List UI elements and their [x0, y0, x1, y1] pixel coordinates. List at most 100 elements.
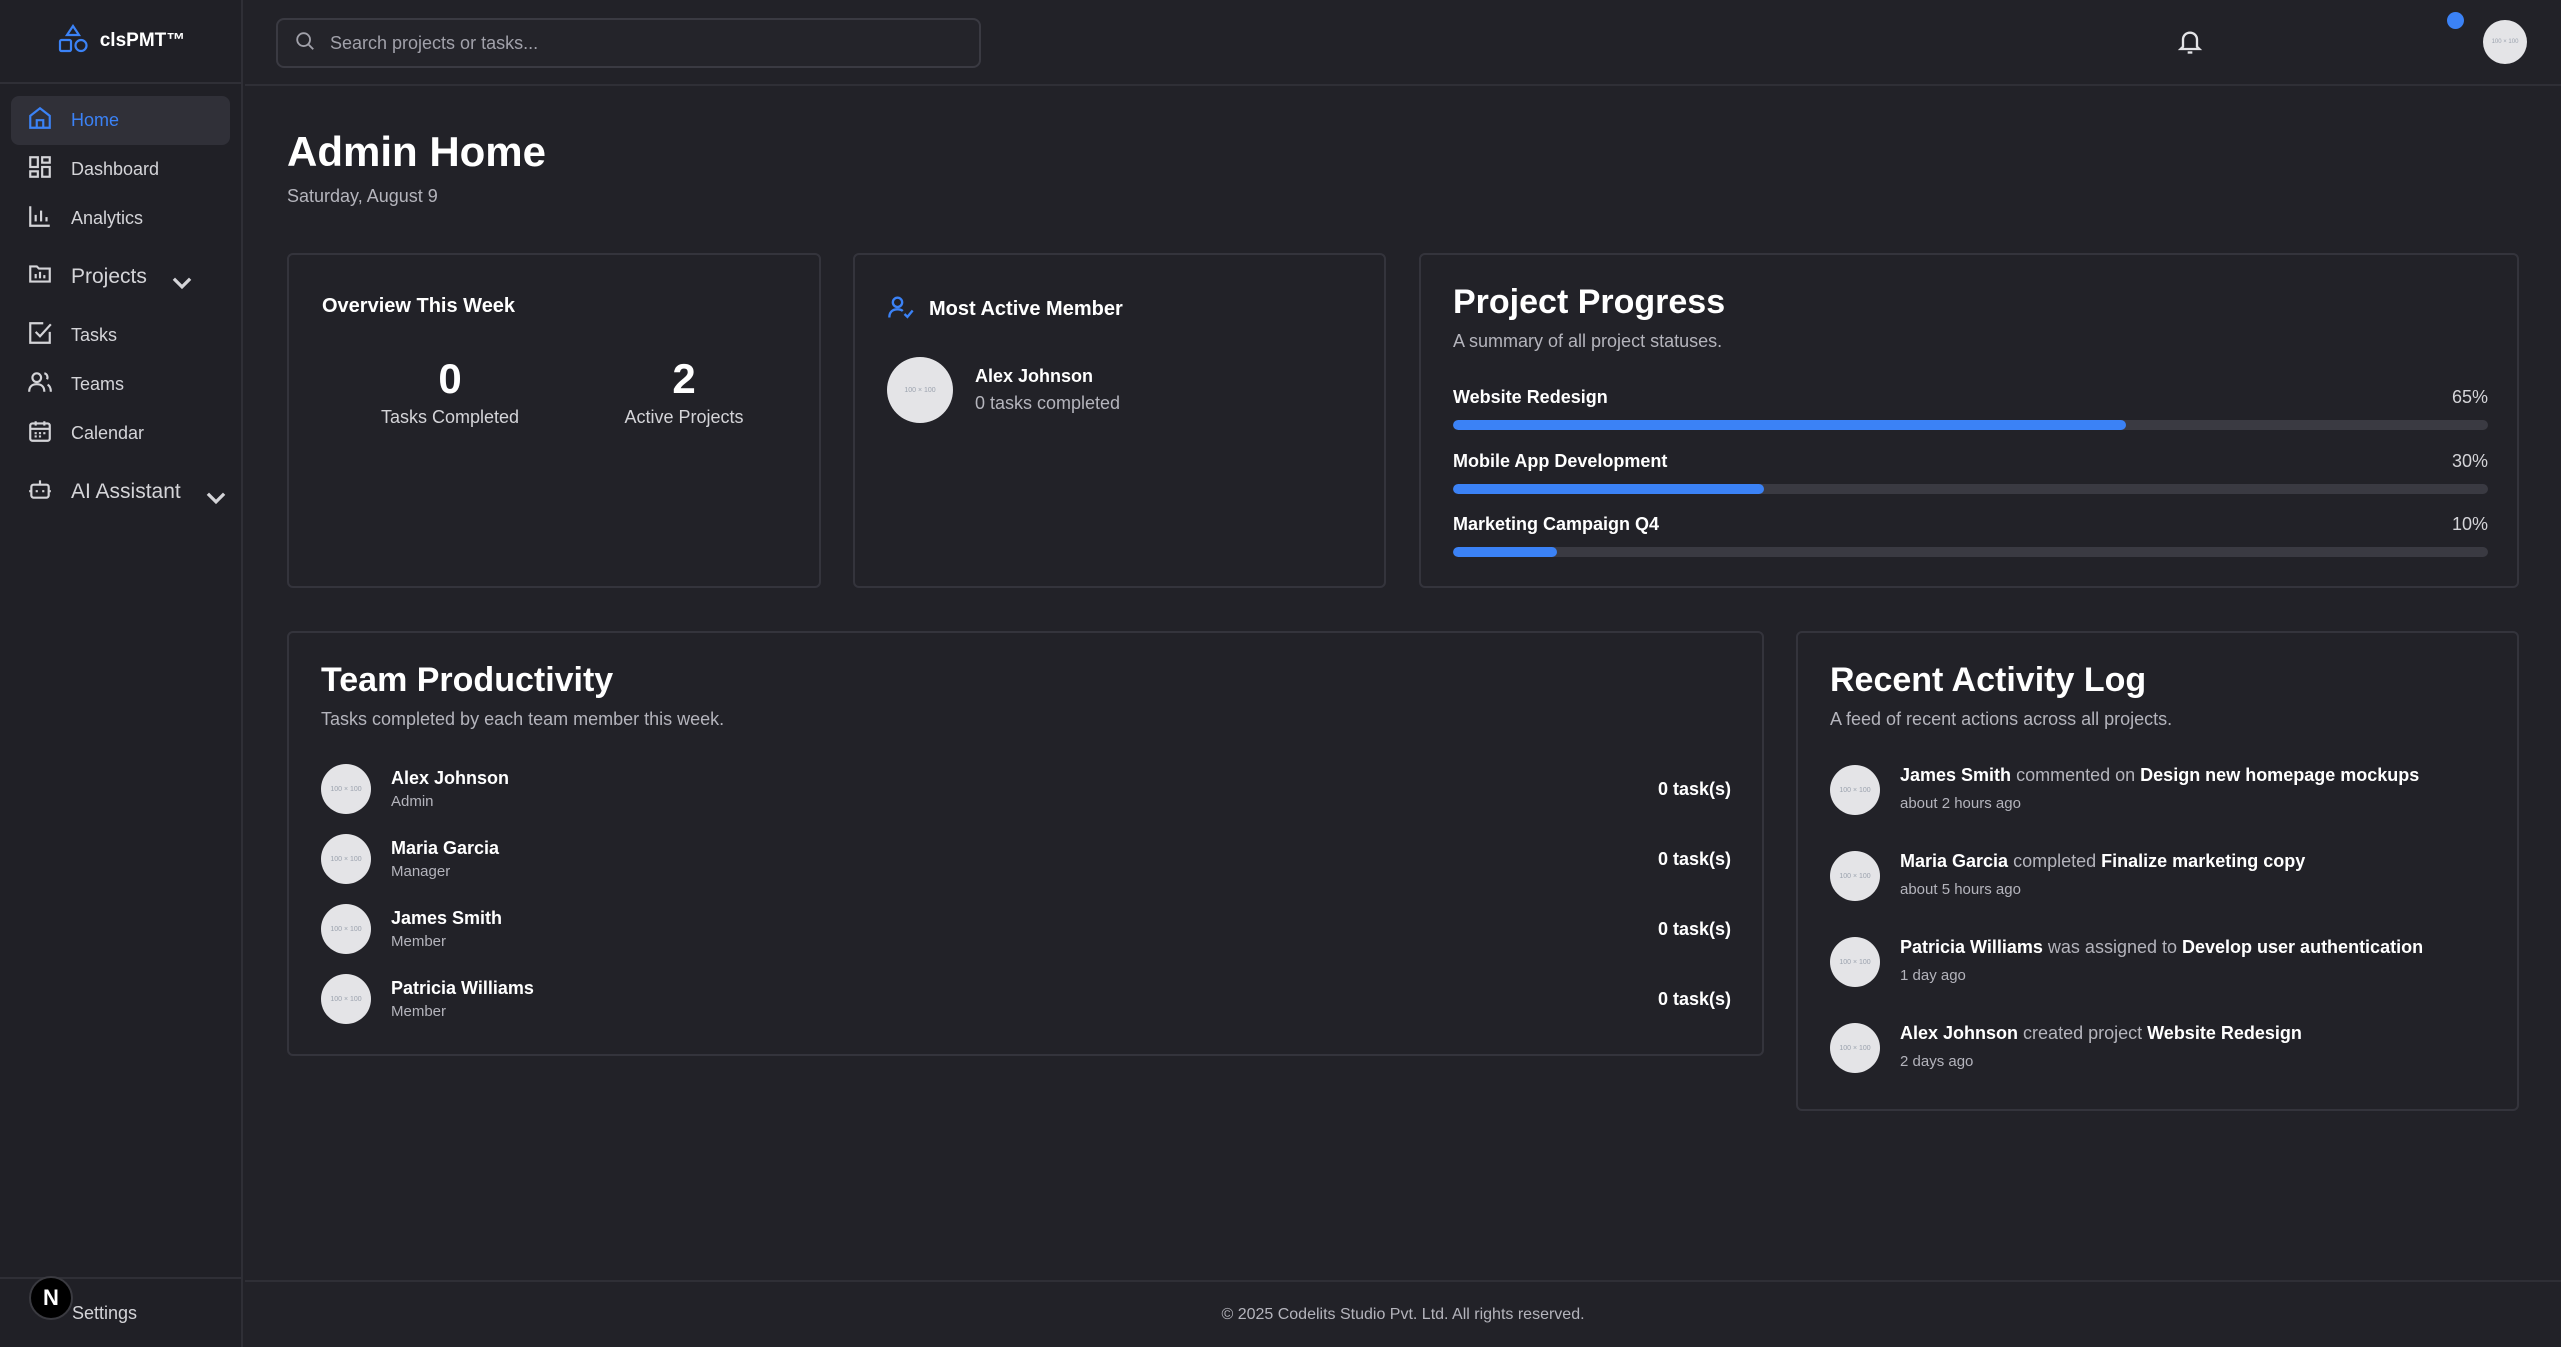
activity-time: about 2 hours ago — [1900, 794, 2021, 812]
sidebar-item-projects[interactable]: Projects — [11, 251, 230, 303]
member-name: Alex Johnson — [391, 768, 510, 788]
activity-item[interactable]: 100 × 100 Maria Garcia completed Finaliz… — [1830, 851, 2510, 901]
list-item[interactable]: 100 × 100 Patricia Williams Member 0 task… — [321, 973, 1731, 1025]
member-role: Member — [391, 1003, 447, 1020]
most-active-header: Most Active Member — [887, 293, 1123, 326]
activity-actor[interactable]: James Smith — [1900, 765, 2011, 785]
activity-target[interactable]: Design new homepage mockups — [2140, 765, 2419, 785]
progress-bar — [1453, 547, 2488, 557]
sidebar-item-label: Teams — [71, 374, 125, 394]
notification-badge — [2447, 12, 2464, 29]
progress-bar-fill — [1453, 547, 1557, 557]
most-active-detail: 0 tasks completed — [975, 393, 1121, 413]
project-progress-row[interactable]: Marketing Campaign Q4 10% — [1453, 514, 2488, 557]
bar-chart-icon — [27, 203, 53, 234]
overview-title: Overview This Week — [322, 295, 516, 317]
page-date: Saturday, August 9 — [287, 186, 438, 206]
footer: © 2025 Codelits Studio Pvt. Ltd. All rig… — [245, 1280, 2561, 1347]
activity-item[interactable]: 100 × 100 Patricia Williams was assigned… — [1830, 937, 2510, 987]
chevron-down-icon[interactable] — [169, 269, 192, 290]
sidebar-item-analytics[interactable]: Analytics — [11, 194, 230, 243]
sidebar-item-label: Tasks — [71, 325, 118, 345]
sidebar-item-label: Settings — [72, 1302, 138, 1323]
active-projects-stat: 2 Active Projects — [574, 355, 794, 428]
sidebar-item-label: Calendar — [71, 423, 145, 443]
activity-actor[interactable]: Maria Garcia — [1900, 851, 2008, 871]
project-progress-row[interactable]: Mobile App Development 30% — [1453, 451, 2488, 494]
sidebar-item-label: AI Assistant — [71, 480, 181, 503]
activity-time: 1 day ago — [1900, 966, 1966, 984]
sidebar-item-dashboard[interactable]: Dashboard — [11, 145, 230, 194]
avatar: 100 × 100 — [1830, 937, 1880, 987]
progress-bar-fill — [1453, 484, 1764, 494]
sidebar-item-teams[interactable]: Teams — [11, 360, 230, 409]
sidebar-item-label: Home — [71, 110, 120, 130]
top-header — [245, 0, 2561, 86]
search-icon — [294, 30, 316, 57]
activity-actor[interactable]: Patricia Williams — [1900, 937, 2043, 957]
most-active-member[interactable]: 100 × 100 Alex Johnson 0 tasks completed — [887, 357, 1120, 423]
member-name: James Smith — [391, 908, 503, 928]
n-badge-button[interactable]: N — [29, 1276, 73, 1320]
member-role: Member — [391, 933, 447, 950]
recent-activity-card: Recent Activity Log A feed of recent act… — [1796, 631, 2519, 1111]
progress-bar-fill — [1453, 420, 2126, 430]
activity-verb: commented on — [2016, 765, 2136, 785]
sidebar: clsPMT™ Home Dashboard Analytics Project… — [0, 0, 243, 1347]
tasks-completed-label: Tasks Completed — [380, 407, 520, 427]
activity-item[interactable]: 100 × 100 Alex Johnson created project W… — [1830, 1023, 2510, 1073]
bell-icon[interactable] — [2176, 28, 2204, 56]
brand-name: clsPMT™ — [99, 30, 186, 51]
activity-actor[interactable]: Alex Johnson — [1900, 1023, 2018, 1043]
activity-subtitle: A feed of recent actions across all proj… — [1830, 709, 2173, 729]
sidebar-nav: Home Dashboard Analytics Projects Tasks … — [0, 84, 241, 538]
sidebar-item-label: Projects — [71, 265, 147, 288]
activity-target[interactable]: Website Redesign — [2147, 1023, 2302, 1043]
search-bar[interactable] — [276, 18, 981, 68]
search-input[interactable] — [330, 32, 930, 54]
calendar-icon — [27, 418, 53, 449]
avatar: 100 × 100 — [321, 764, 371, 814]
activity-time: 2 days ago — [1900, 1052, 1974, 1070]
project-percent: 30% — [2451, 451, 2488, 471]
sidebar-item-calendar[interactable]: Calendar — [11, 409, 230, 458]
list-item[interactable]: 100 × 100 James Smith Member 0 task(s) — [321, 903, 1731, 955]
sidebar-item-tasks[interactable]: Tasks — [11, 311, 230, 360]
activity-item[interactable]: 100 × 100 James Smith commented on Desig… — [1830, 765, 2510, 815]
avatar: 100 × 100 — [321, 834, 371, 884]
sidebar-item-label: Dashboard — [71, 159, 160, 179]
project-name: Marketing Campaign Q4 — [1453, 514, 1660, 534]
member-task-count: 0 task(s) — [1657, 918, 1731, 939]
avatar: 100 × 100 — [321, 904, 371, 954]
brand[interactable]: clsPMT™ — [0, 0, 241, 84]
list-item[interactable]: 100 × 100 Alex Johnson Admin 0 task(s) — [321, 763, 1731, 815]
member-task-count: 0 task(s) — [1657, 848, 1731, 869]
project-name: Mobile App Development — [1453, 451, 1668, 471]
overview-card: Overview This Week 0 Tasks Completed 2 A… — [287, 253, 821, 588]
team-productivity-title: Team Productivity — [321, 661, 614, 699]
activity-target[interactable]: Develop user authentication — [2182, 937, 2423, 957]
member-role: Manager — [391, 863, 451, 880]
sidebar-item-ai-assistant[interactable]: AI Assistant — [11, 466, 230, 518]
activity-target[interactable]: Finalize marketing copy — [2101, 851, 2305, 871]
list-item[interactable]: 100 × 100 Maria Garcia Manager 0 task(s) — [321, 833, 1731, 885]
tasks-completed-value: 0 — [438, 355, 462, 402]
project-progress-title: Project Progress — [1453, 283, 1726, 321]
home-icon — [27, 105, 53, 136]
most-active-title: Most Active Member — [929, 298, 1123, 320]
activity-title: Recent Activity Log — [1830, 661, 2147, 699]
bot-icon — [27, 476, 53, 508]
most-active-name: Alex Johnson — [975, 366, 1094, 386]
chevron-down-icon[interactable] — [203, 484, 225, 505]
user-avatar[interactable]: 100 × 100 — [2483, 20, 2527, 64]
project-progress-row[interactable]: Website Redesign 65% — [1453, 387, 2488, 430]
sidebar-item-home[interactable]: Home — [11, 96, 230, 145]
member-task-count: 0 task(s) — [1657, 988, 1731, 1009]
activity-verb: created project — [2023, 1023, 2143, 1043]
sidebar-item-label: Analytics — [71, 208, 144, 228]
project-percent: 65% — [2451, 387, 2488, 407]
avatar: 100 × 100 — [321, 974, 371, 1024]
tasks-completed-stat: 0 Tasks Completed — [340, 355, 560, 428]
activity-verb: was assigned to — [2047, 937, 2177, 957]
avatar: 100 × 100 — [1830, 1023, 1880, 1073]
